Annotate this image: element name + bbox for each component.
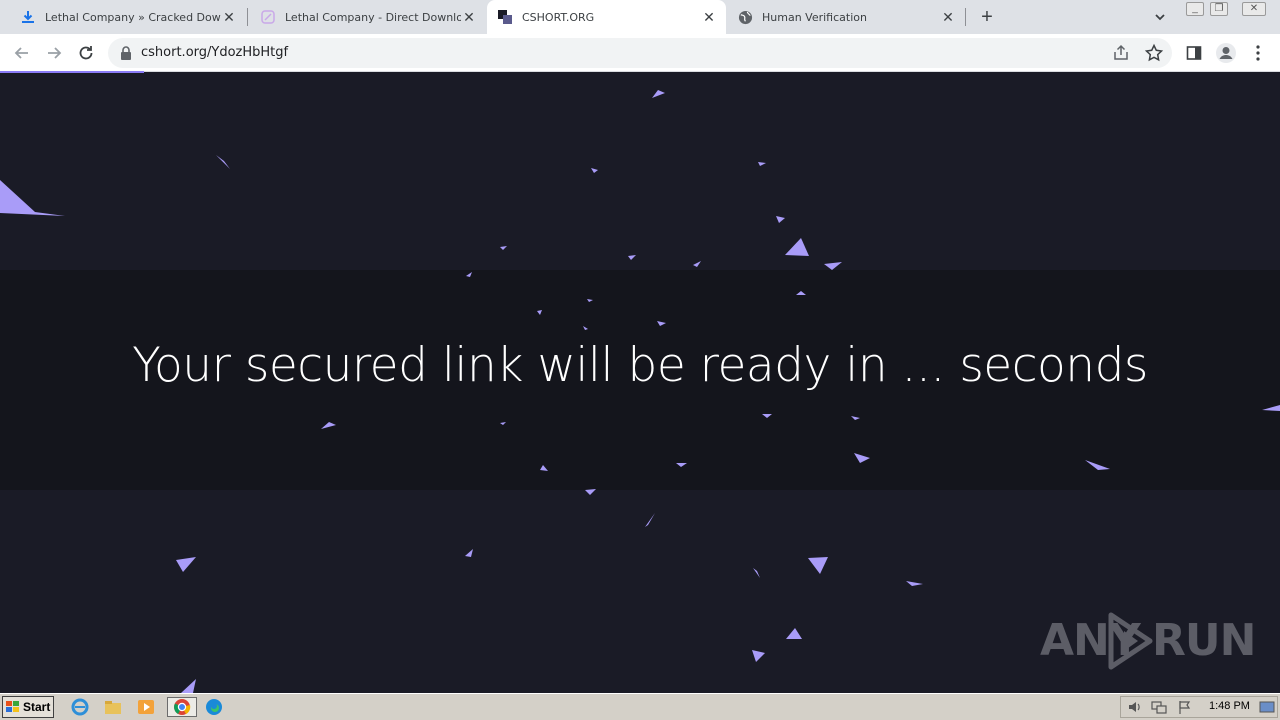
- triangle-shard: [796, 291, 806, 295]
- tab-title: CSHORT.ORG: [522, 10, 595, 24]
- triangle-shard: [676, 463, 687, 467]
- triangle-shard: [693, 261, 701, 267]
- triangle-shard: [583, 326, 588, 330]
- forward-button[interactable]: [42, 41, 66, 65]
- tab-human-verification[interactable]: Human Verification ✕: [727, 0, 965, 34]
- triangle-shard: [500, 246, 507, 250]
- triangle-shard: [466, 272, 472, 277]
- triangle-shard: [181, 679, 196, 693]
- triangle-shard: [762, 414, 772, 418]
- edge-icon[interactable]: [203, 697, 225, 717]
- triangle-shard: [176, 557, 196, 572]
- triangle-shard: [753, 568, 760, 578]
- speaker-icon[interactable]: [1127, 700, 1143, 714]
- menu-button[interactable]: [1246, 41, 1270, 65]
- triangle-shard: [537, 310, 542, 315]
- chevron-down-icon: [1155, 14, 1165, 21]
- side-panel-button[interactable]: [1182, 41, 1206, 65]
- profile-button[interactable]: [1214, 41, 1238, 65]
- triangle-shard: [854, 453, 870, 463]
- arrow-right-icon: [48, 47, 62, 59]
- share-icon[interactable]: [1112, 44, 1130, 62]
- triangle-shard: [785, 238, 809, 256]
- close-icon[interactable]: ✕: [940, 9, 956, 25]
- avatar-icon: [1216, 43, 1236, 63]
- triangle-shard: [824, 262, 842, 270]
- triangle-shard: [540, 465, 548, 471]
- triangle-shard: [752, 650, 765, 662]
- new-tab-button[interactable]: +: [976, 6, 998, 28]
- browser-toolbar: cshort.org/YdozHbHtgf: [0, 34, 1280, 72]
- triangle-shard: [585, 489, 596, 495]
- url-text[interactable]: cshort.org/YdozHbHtgf: [141, 45, 288, 60]
- system-tray: [1120, 696, 1278, 718]
- triangle-shard: [628, 255, 636, 260]
- triangle-shard: [1085, 460, 1110, 470]
- triangle-shard: [591, 168, 598, 173]
- file-explorer-icon[interactable]: [102, 697, 124, 717]
- tab-cshort[interactable]: CSHORT.ORG ✕: [487, 0, 726, 34]
- star-icon[interactable]: [1144, 43, 1164, 63]
- triangle-shard: [808, 557, 828, 574]
- lock-icon[interactable]: [120, 46, 132, 60]
- restore-window-button[interactable]: ❐: [1210, 2, 1228, 16]
- arrow-left-icon: [14, 47, 28, 59]
- tab-lethal-company-direct[interactable]: Lethal Company - Direct Download (F ✕: [248, 0, 486, 34]
- triangle-shard: [500, 422, 506, 425]
- countdown-message: Your secured link will be ready in ... s…: [132, 338, 1148, 393]
- chrome-icon: [174, 699, 191, 715]
- triangle-shard: [321, 422, 336, 429]
- globe-icon: [737, 9, 753, 25]
- triangle-shard: [851, 416, 860, 420]
- tab-title: Lethal Company » Cracked Download: [45, 10, 221, 24]
- anyrun-watermark: ANY RUN: [1038, 609, 1256, 675]
- watermark-text-any: ANY: [1040, 615, 1141, 666]
- close-icon[interactable]: ✕: [221, 9, 237, 25]
- tab-title: Lethal Company - Direct Download (F: [285, 10, 461, 24]
- tab-search-button[interactable]: [1150, 7, 1170, 27]
- triangle-shard: [645, 513, 655, 527]
- media-player-icon[interactable]: [135, 697, 157, 717]
- triangle-shard: [652, 90, 665, 98]
- pen-icon: [260, 9, 276, 25]
- start-button[interactable]: Start: [2, 696, 54, 718]
- download-icon: [20, 9, 36, 25]
- flag-icon[interactable]: [1177, 700, 1193, 714]
- reload-button[interactable]: [74, 41, 98, 65]
- kebab-menu-icon: [1256, 45, 1260, 61]
- address-bar[interactable]: cshort.org/YdozHbHtgf: [108, 38, 1172, 68]
- triangle-shard: [0, 180, 65, 216]
- taskbar-clock[interactable]: 1:48 PM: [1209, 700, 1250, 712]
- back-button[interactable]: [10, 41, 34, 65]
- watermark-text-run: RUN: [1152, 615, 1256, 666]
- chrome-taskbar-button[interactable]: [167, 697, 197, 717]
- start-label: Start: [23, 700, 51, 714]
- triangle-shard: [906, 581, 923, 586]
- triangle-shard: [1262, 405, 1280, 411]
- triangle-shard: [216, 155, 230, 169]
- triangle-shard: [786, 628, 802, 639]
- triangle-shard: [758, 162, 766, 166]
- triangle-shard: [587, 299, 593, 302]
- tab-strip: Lethal Company » Cracked Download ✕ Leth…: [0, 0, 1280, 34]
- triangle-shard: [657, 321, 666, 326]
- close-window-button[interactable]: ✕: [1242, 2, 1266, 16]
- triangle-shard: [776, 216, 785, 223]
- taskbar: Start 1:48 PM: [0, 693, 1280, 720]
- show-desktop-icon[interactable]: [1259, 700, 1275, 714]
- close-icon[interactable]: ✕: [701, 9, 717, 25]
- tab-title: Human Verification: [762, 10, 867, 24]
- close-icon[interactable]: ✕: [461, 9, 477, 25]
- minimize-window-button[interactable]: _: [1186, 2, 1204, 16]
- network-icon[interactable]: [1151, 700, 1167, 714]
- tab-lethal-company-cracked[interactable]: Lethal Company » Cracked Download ✕: [0, 0, 246, 34]
- triangle-shard: [465, 549, 473, 557]
- windows-logo-icon: [6, 701, 19, 712]
- tab-divider: [965, 8, 966, 26]
- cshort-logo-icon: [497, 9, 513, 25]
- reload-icon: [79, 46, 93, 60]
- page-content: Your secured link will be ready in ... s…: [0, 73, 1280, 693]
- side-panel-icon: [1186, 46, 1202, 60]
- internet-explorer-icon[interactable]: [69, 697, 91, 717]
